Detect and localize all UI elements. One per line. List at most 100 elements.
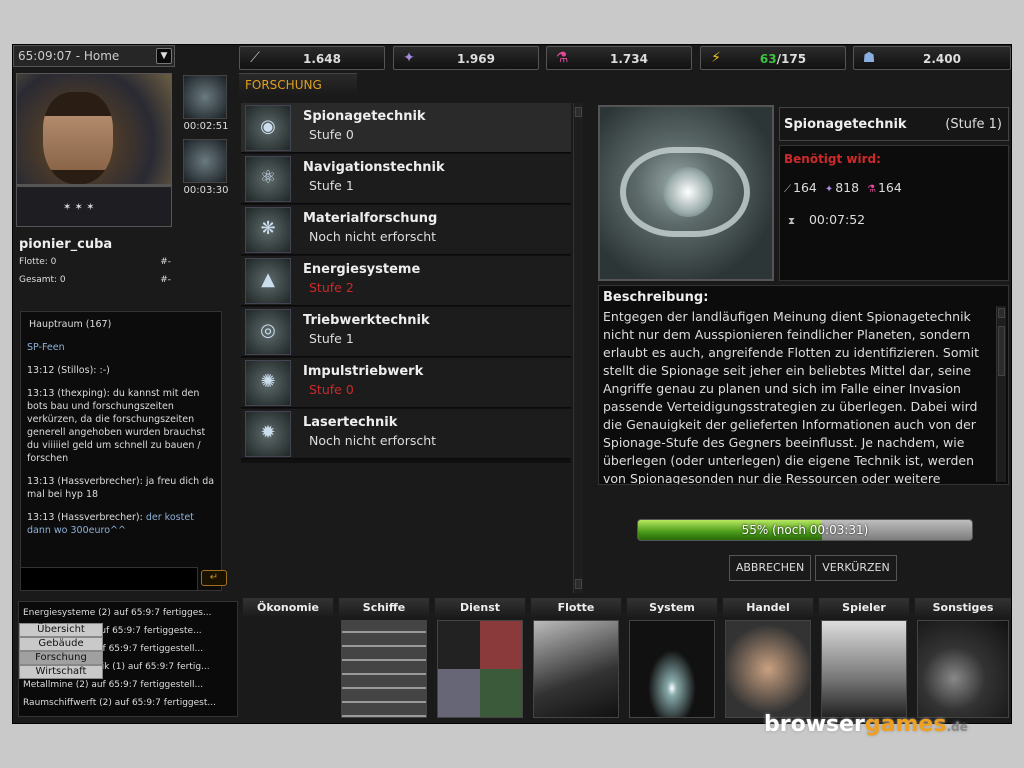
submenu-uebersicht[interactable]: Übersicht <box>19 623 103 637</box>
cancel-button[interactable]: ABBRECHEN <box>729 555 811 581</box>
menu-fleet[interactable]: Flotte <box>531 598 621 722</box>
chat-message: 13:12 (Stillos): :-) <box>27 365 110 376</box>
submenu-wirtschaft[interactable]: Wirtschaft <box>19 665 103 679</box>
deuterium-icon: ⚗ <box>555 50 569 66</box>
menu-economy[interactable]: Ökonomie <box>243 598 333 722</box>
log-entry[interactable]: Energiesysteme (2) auf 65:9:7 fertigges.… <box>23 604 233 622</box>
research-level: Stufe 1 <box>309 331 354 346</box>
menu-label: Handel <box>723 598 813 618</box>
resource-value: 2.400 <box>923 52 961 66</box>
chat-input[interactable] <box>20 567 198 591</box>
menu-service[interactable]: Dienst <box>435 598 525 722</box>
submenu-gebaeude[interactable]: Gebäude <box>19 637 103 651</box>
eye-icon: ◉ <box>245 105 291 151</box>
research-item[interactable]: ❋ Materialforschung Noch nicht erforscht <box>241 205 571 255</box>
research-item[interactable]: ◎ Triebwerktechnik Stufe 1 <box>241 307 571 357</box>
lattice-icon: ❋ <box>245 207 291 253</box>
resource-deuterium: ⚗ 1.734 <box>546 46 692 70</box>
research-level: Stufe 0 <box>309 127 354 142</box>
queue-timer: 00:03:30 <box>183 185 229 196</box>
energy-max: /175 <box>776 52 807 66</box>
chat-panel: Hauptraum (167) SP-Feen 13:12 (Stillos):… <box>20 311 222 591</box>
misc-icon <box>917 620 1009 718</box>
atom-icon: ⚛ <box>245 156 291 202</box>
menu-trade[interactable]: Handel <box>723 598 813 722</box>
research-item[interactable]: ⚛ Navigationstechnik Stufe 1 <box>241 154 571 204</box>
avatar[interactable]: ✶ ✶ ✶ <box>16 73 172 227</box>
resource-value: 1.648 <box>303 52 341 66</box>
research-item[interactable]: ▲ Energiesysteme Stufe 2 <box>241 256 571 306</box>
queue-timer: 00:02:51 <box>183 121 229 132</box>
resource-energy: ⚡ 63/175 <box>700 46 846 70</box>
research-name: Energiesysteme <box>303 262 421 277</box>
detail-title: Spionagetechnik <box>784 117 907 132</box>
research-name: Navigationstechnik <box>303 160 445 175</box>
tab-forschung[interactable]: FORSCHUNG <box>239 73 357 95</box>
research-item[interactable]: ✹ Lasertechnik Noch nicht erforscht <box>241 409 571 459</box>
impulse-icon: ✺ <box>245 360 291 406</box>
log-entry[interactable]: Raumschiffwerft (2) auf 65:9:7 fertigges… <box>23 694 233 712</box>
crystal-icon: ✦ <box>824 184 834 195</box>
menu-label: System <box>627 598 717 618</box>
research-list-scrollbar[interactable] <box>573 103 583 593</box>
requirements-label: Benötigt wird: <box>784 152 881 166</box>
detail-header: Spionagetechnik (Stufe 1) <box>779 107 1009 141</box>
chat-message: SP-Feen <box>27 342 65 353</box>
laser-icon: ✹ <box>245 411 291 457</box>
detail-level: (Stufe 1) <box>945 117 1002 132</box>
metal-icon: ⟋ <box>784 184 791 195</box>
menu-system[interactable]: System <box>627 598 717 722</box>
progress-label: 55% (noch 00:03:31) <box>741 523 869 537</box>
research-level: Stufe 0 <box>309 382 354 397</box>
research-item[interactable]: ✺ Impulstriebwerk Stufe 0 <box>241 358 571 408</box>
fleet-label: Flotte: 0 <box>19 257 57 267</box>
cost-row: ⟋ 164 ✦ 818 ⚗ 164 <box>784 180 902 195</box>
time-row: ⧗ 00:07:52 <box>788 212 865 227</box>
research-list: ◉ Spionagetechnik Stufe 0 ⚛ Navigationstech… <box>241 103 571 463</box>
send-button[interactable]: ↵ <box>201 570 227 586</box>
hourglass-icon: ⧗ <box>788 216 796 227</box>
cost-metal: 164 <box>793 180 817 195</box>
energy-current: 63 <box>759 52 777 66</box>
game-window: 65:09:07 - Home ▼ ⟋ 1.648 ✦ 1.969 ⚗ 1.73… <box>12 44 1012 724</box>
research-item[interactable]: ◉ Spionagetechnik Stufe 0 <box>241 103 571 153</box>
menu-label: Dienst <box>435 598 525 618</box>
resource-value: 63/175 <box>729 52 837 66</box>
build-time: 00:07:52 <box>808 212 866 227</box>
requirements-panel: Benötigt wird: ⟋ 164 ✦ 818 ⚗ 164 ⧗ 00:07:52 <box>779 145 1009 281</box>
queue-item-thumbnail[interactable] <box>183 75 227 119</box>
fleet-rank: #- <box>160 257 171 267</box>
fleet-icon <box>533 620 619 718</box>
research-name: Triebwerktechnik <box>303 313 430 328</box>
location-select[interactable]: 65:09:07 - Home ▼ <box>13 45 175 67</box>
resource-value: 1.734 <box>610 52 648 66</box>
research-level: Noch nicht erforscht <box>309 433 437 448</box>
chat-message: 13:13 (Hassverbrecher): ja freu dich da … <box>27 476 215 500</box>
fleet-score: Flotte: 0 #- <box>19 257 171 267</box>
resource-value: 1.969 <box>457 52 495 66</box>
description-panel: Beschreibung: Entgegen der landläufigen … <box>598 285 1009 485</box>
population-icon: ☗ <box>862 50 876 66</box>
research-level: Noch nicht erforscht <box>309 229 437 244</box>
menu-player[interactable]: Spieler <box>819 598 909 722</box>
research-name: Spionagetechnik <box>303 109 426 124</box>
shorten-button[interactable]: VERKÜRZEN <box>815 555 897 581</box>
submenu-forschung[interactable]: Forschung <box>19 651 103 665</box>
location-label: 65:09:07 - Home <box>18 49 120 63</box>
research-progress-bar: 55% (noch 00:03:31) <box>637 519 973 541</box>
trade-icon <box>725 620 811 718</box>
menu-label: Spieler <box>819 598 909 618</box>
crystal-icon: ✦ <box>403 50 415 66</box>
player-icon <box>821 620 907 718</box>
menu-ships[interactable]: Schiffe <box>339 598 429 722</box>
chat-channel: Hauptraum (167) <box>29 319 112 330</box>
menu-misc[interactable]: Sonstiges <box>915 598 1011 722</box>
queue-item-thumbnail[interactable] <box>183 139 227 183</box>
total-label: Gesamt: 0 <box>19 275 66 285</box>
description-label: Beschreibung: <box>603 290 709 305</box>
chat-message: 13:13 (thexping): du kannst mit den bots… <box>27 388 206 464</box>
research-level: Stufe 2 <box>309 280 354 295</box>
menu-label: Flotte <box>531 598 621 618</box>
chevron-down-icon[interactable]: ▼ <box>156 48 172 64</box>
description-scrollbar[interactable] <box>996 306 1006 482</box>
